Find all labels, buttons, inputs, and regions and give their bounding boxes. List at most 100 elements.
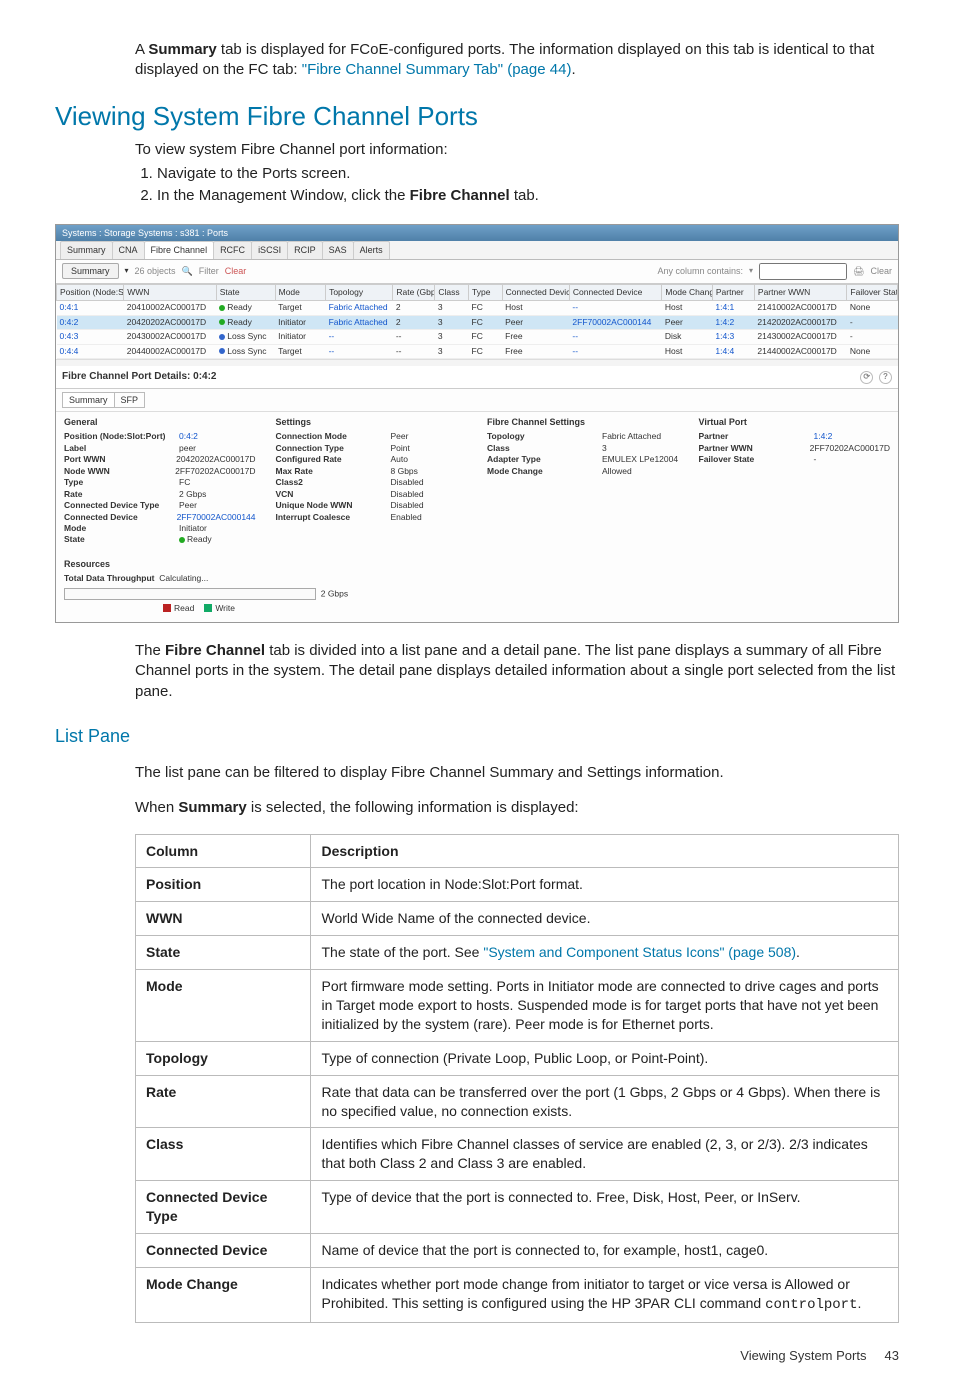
table-col-desc: Identifies which Fibre Channel classes o…	[311, 1128, 899, 1181]
footer-page: 43	[885, 1348, 899, 1363]
text: is selected, the following information i…	[247, 799, 579, 816]
kv-value: peer	[179, 443, 256, 454]
tab-cna[interactable]: CNA	[112, 241, 145, 258]
tab-fibre-channel[interactable]: Fibre Channel	[144, 241, 215, 258]
grid-header[interactable]: Partner	[712, 284, 754, 300]
grid-header[interactable]: WWN	[124, 284, 217, 300]
grid-header[interactable]: Type	[469, 284, 503, 300]
kv-row: Connection TypePoint	[276, 443, 468, 454]
filter-input[interactable]	[759, 263, 847, 280]
tab-alerts[interactable]: Alerts	[353, 241, 390, 258]
tab-summary[interactable]: Summary	[60, 241, 113, 258]
grid-header[interactable]: Class	[435, 284, 469, 300]
grid-cell: --	[569, 344, 662, 358]
step-2: In the Management Window, click the Fibr…	[157, 186, 899, 206]
text: A	[135, 41, 148, 58]
grid-cell: 1:4:3	[712, 330, 754, 344]
tab-rcfc[interactable]: RCFC	[213, 241, 252, 258]
grid-cell: FC	[469, 301, 503, 315]
tab-sas[interactable]: SAS	[322, 241, 354, 258]
grid-header[interactable]: Mode	[275, 284, 325, 300]
detail-tab-summary[interactable]: Summary	[62, 392, 115, 408]
clear-button[interactable]: Clear	[225, 265, 247, 277]
grid-cell: Host	[662, 344, 712, 358]
grid-cell: --	[326, 344, 393, 358]
grid-header[interactable]: Rate (Gbps)	[393, 284, 435, 300]
grid-row[interactable]: 0:4:420440002AC00017DLoss SyncTarget----…	[57, 344, 898, 358]
grid-cell: 20430002AC00017D	[124, 330, 217, 344]
table-col-desc: Port firmware mode setting. Ports in Ini…	[311, 970, 899, 1042]
table-col-desc: Type of device that the port is connecte…	[311, 1181, 899, 1234]
kv-value: EMULEX LPe12004	[602, 454, 679, 465]
grid-cell: Peer	[502, 315, 569, 329]
legend-read: Read	[174, 603, 194, 613]
detail-tab-sfp[interactable]: SFP	[114, 392, 146, 408]
summary-dropdown[interactable]: Summary	[62, 263, 119, 279]
kv-row: Partner WWN2FF70202AC00017D	[699, 443, 891, 454]
kv-row: Unique Node WWNDisabled	[276, 500, 468, 511]
grid-cell: -	[847, 330, 898, 344]
table-col-desc: The port location in Node:Slot:Port form…	[311, 868, 899, 902]
tab-rcip[interactable]: RCIP	[287, 241, 323, 258]
grid-header[interactable]: Position (Node:Slot:Port)	[57, 284, 124, 300]
kv-value: 2 Gbps	[179, 489, 256, 500]
detail-title: Fibre Channel Port Details: 0:4:2	[62, 370, 216, 384]
table-row: StateThe state of the port. See "System …	[136, 936, 899, 970]
kv-key: Interrupt Coalesce	[276, 512, 391, 523]
table-row: ModePort firmware mode setting. Ports in…	[136, 970, 899, 1042]
kv-key: Rate	[64, 489, 179, 500]
grid-header[interactable]: Topology	[326, 284, 393, 300]
column-heading: Settings	[276, 416, 468, 428]
link[interactable]: "System and Component Status Icons" (pag…	[483, 944, 796, 960]
grid-header[interactable]: Connected Device Type	[502, 284, 569, 300]
kv-key: Failover State	[699, 454, 814, 465]
grid-row[interactable]: 0:4:220420202AC00017DReadyInitiatorFabri…	[57, 315, 898, 329]
table-col-desc: Name of device that the port is connecte…	[311, 1234, 899, 1268]
refresh-icon[interactable]: ⟳	[860, 371, 873, 384]
grid-cell: Peer	[662, 315, 712, 329]
table-col-name: Mode Change	[136, 1267, 311, 1322]
tdt-label: Total Data Throughput	[64, 573, 155, 583]
resources-section: Resources Total Data Throughput Calculat…	[56, 550, 898, 622]
kv-key: Mode	[64, 523, 179, 534]
lead-text: To view system Fibre Channel port inform…	[135, 140, 899, 160]
filter-label[interactable]: Filter	[199, 265, 219, 277]
grid-cell: Initiator	[275, 315, 325, 329]
table-col-name: Connected Device Type	[136, 1181, 311, 1234]
grid-row[interactable]: 0:4:320430002AC00017DLoss SyncInitiator-…	[57, 330, 898, 344]
grid-header[interactable]: Partner WWN	[754, 284, 847, 300]
grid-cell: Initiator	[275, 330, 325, 344]
kv-row: Class2Disabled	[276, 477, 468, 488]
grid-cell: None	[847, 301, 898, 315]
kv-key: Connected Device	[64, 512, 177, 523]
object-count: 26 objects	[135, 265, 176, 277]
grid-header[interactable]: Failover State	[847, 284, 898, 300]
throughput-bar	[64, 588, 316, 600]
grid-cell: 1:4:4	[712, 344, 754, 358]
grid-header[interactable]: State	[216, 284, 275, 300]
text: .	[571, 61, 575, 78]
kv-row: Configured RateAuto	[276, 454, 468, 465]
kv-value: Auto	[391, 454, 468, 465]
kv-value: Ready	[179, 534, 256, 545]
grid-cell: --	[393, 330, 435, 344]
tab-iscsi[interactable]: iSCSI	[251, 241, 288, 258]
grid-header[interactable]: Mode Change	[662, 284, 712, 300]
kv-value: 2FF70202AC00017D	[175, 466, 255, 477]
text-bold: Summary	[178, 799, 246, 816]
link-fc-summary-tab[interactable]: "Fibre Channel Summary Tab" (page 44)	[302, 61, 572, 78]
grid-header[interactable]: Connected Device	[569, 284, 662, 300]
grid-cell: 2FF70002AC000144	[569, 315, 662, 329]
grid-row[interactable]: 0:4:120410002AC00017DReadyTargetFabric A…	[57, 301, 898, 315]
grid-cell: Disk	[662, 330, 712, 344]
clear-button-2[interactable]: Clear	[870, 265, 892, 277]
help-icon[interactable]: ?	[879, 371, 892, 384]
text: In the Management Window, click the	[157, 187, 410, 204]
breadcrumb: Systems : Storage Systems : s381 : Ports	[56, 225, 898, 241]
kv-value: Disabled	[391, 500, 468, 511]
grid-cell: Fabric Attached	[326, 301, 393, 315]
grid-cell: 0:4:3	[57, 330, 124, 344]
kv-row: Labelpeer	[64, 443, 256, 454]
grid-cell: 21440002AC00017D	[754, 344, 847, 358]
settings-column: SettingsConnection ModePeerConnection Ty…	[276, 416, 468, 546]
